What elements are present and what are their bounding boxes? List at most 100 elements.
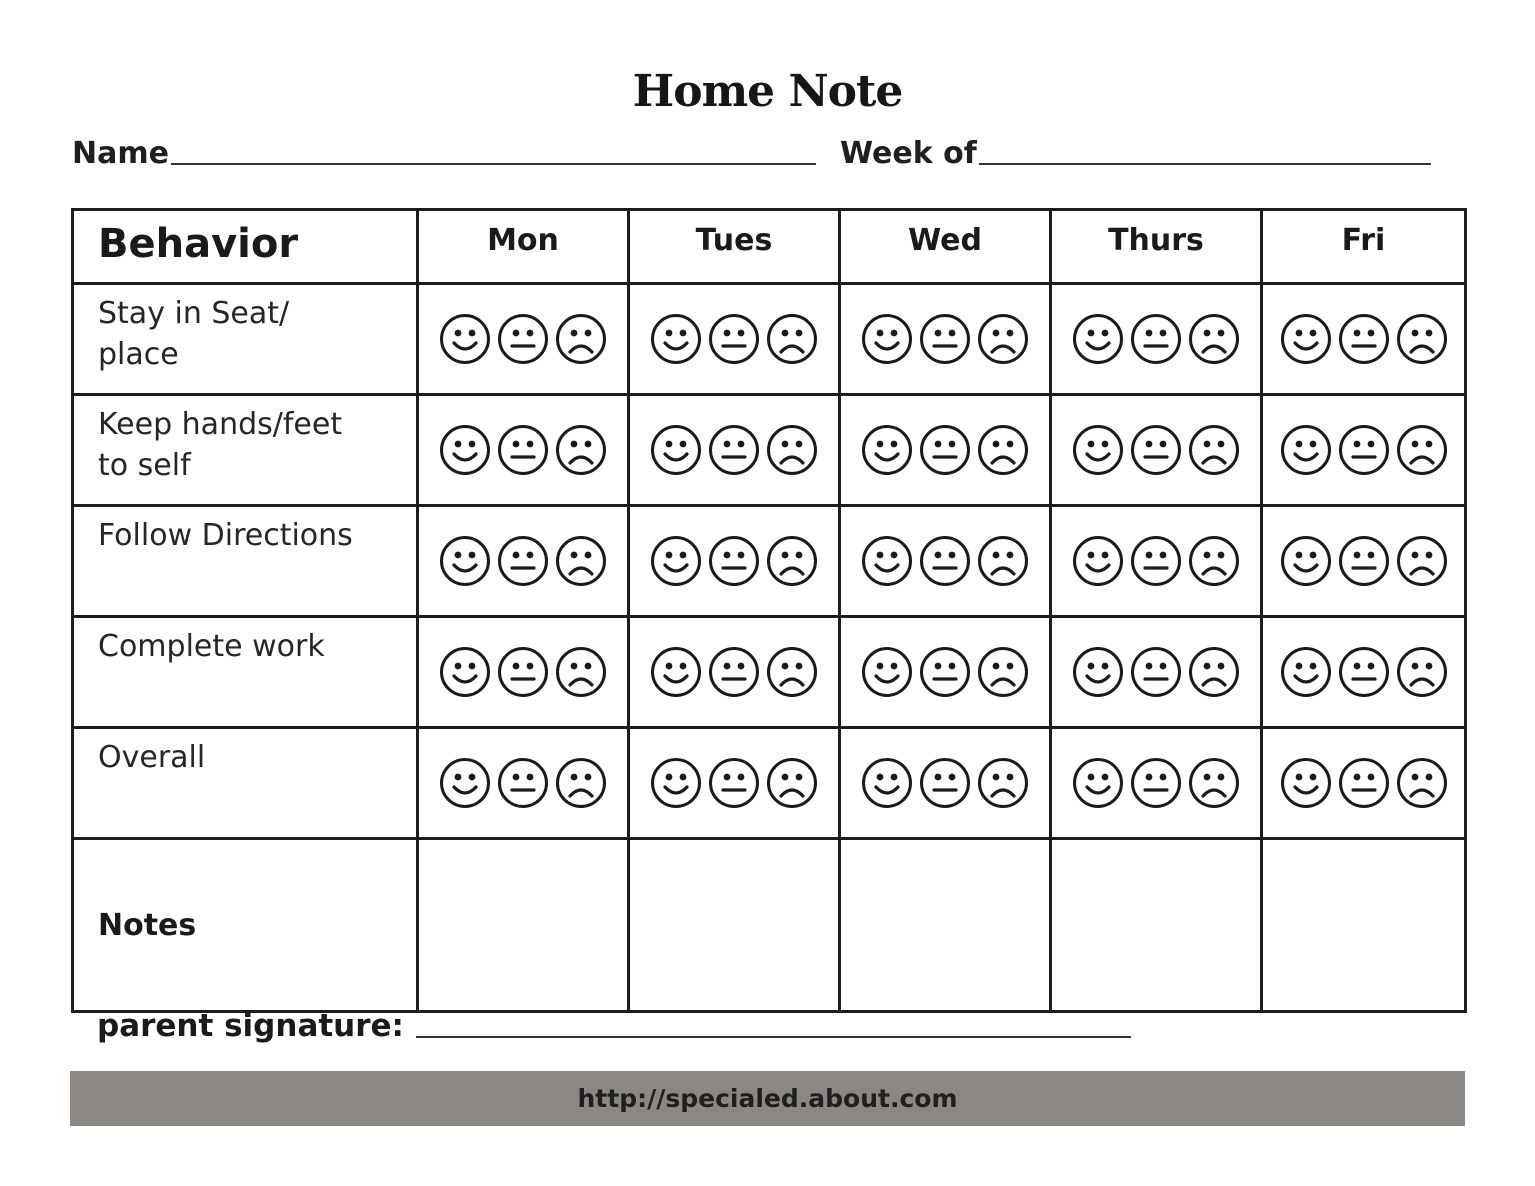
sad-face-icon[interactable] (977, 757, 1029, 809)
neutral-face-icon[interactable] (497, 757, 549, 809)
sad-face-icon[interactable] (977, 535, 1029, 587)
neutral-face-icon[interactable] (1130, 757, 1182, 809)
sad-face-icon[interactable] (977, 424, 1029, 476)
happy-face-icon[interactable] (650, 535, 702, 587)
neutral-face-icon[interactable] (919, 313, 971, 365)
neutral-face-icon[interactable] (708, 535, 760, 587)
neutral-face-icon[interactable] (708, 424, 760, 476)
happy-face-icon[interactable] (439, 313, 491, 365)
sad-face-icon[interactable] (766, 313, 818, 365)
happy-face-icon[interactable] (1280, 424, 1332, 476)
sad-face-icon[interactable] (766, 535, 818, 587)
name-field[interactable]: Name (72, 136, 816, 171)
sad-face-icon[interactable] (555, 313, 607, 365)
neutral-face-icon[interactable] (1338, 313, 1390, 365)
sad-face-icon[interactable] (555, 424, 607, 476)
behavior-label: Complete work (71, 615, 419, 729)
neutral-face-icon[interactable] (708, 757, 760, 809)
happy-face-icon[interactable] (1280, 535, 1332, 587)
happy-face-icon[interactable] (1280, 646, 1332, 698)
sad-face-icon[interactable] (1396, 313, 1448, 365)
sad-face-icon[interactable] (1188, 646, 1240, 698)
behavior-label-line: Complete work (98, 629, 325, 664)
neutral-face-icon[interactable] (1338, 535, 1390, 587)
neutral-face-icon[interactable] (1338, 424, 1390, 476)
sad-face-icon[interactable] (1396, 757, 1448, 809)
sad-face-icon[interactable] (1188, 535, 1240, 587)
neutral-face-icon[interactable] (1130, 535, 1182, 587)
rating-cell-fri (1260, 282, 1467, 396)
happy-face-icon[interactable] (861, 424, 913, 476)
neutral-face-icon[interactable] (1338, 757, 1390, 809)
parent-signature-field[interactable]: parent signature: (97, 1008, 1131, 1044)
behavior-label: Overall (71, 726, 419, 840)
sad-face-icon[interactable] (1188, 424, 1240, 476)
happy-face-icon[interactable] (439, 424, 491, 476)
sad-face-icon[interactable] (766, 646, 818, 698)
happy-face-icon[interactable] (861, 313, 913, 365)
behavior-label: Keep hands/feet to self (71, 393, 419, 507)
sad-face-icon[interactable] (555, 535, 607, 587)
notes-cell-tues[interactable] (627, 837, 841, 1013)
behavior-label: Follow Directions (71, 504, 419, 618)
behavior-chart-table: Behavior Mon Tues Wed Thurs Fri Stay in … (71, 208, 1467, 1013)
happy-face-icon[interactable] (1072, 424, 1124, 476)
neutral-face-icon[interactable] (497, 424, 549, 476)
happy-face-icon[interactable] (650, 646, 702, 698)
happy-face-icon[interactable] (861, 535, 913, 587)
happy-face-icon[interactable] (439, 757, 491, 809)
sad-face-icon[interactable] (977, 646, 1029, 698)
happy-face-icon[interactable] (1280, 313, 1332, 365)
neutral-face-icon[interactable] (497, 646, 549, 698)
rating-cell-wed (838, 504, 1052, 618)
name-blank-line[interactable] (170, 163, 816, 165)
sad-face-icon[interactable] (555, 646, 607, 698)
neutral-face-icon[interactable] (1130, 313, 1182, 365)
happy-face-icon[interactable] (1072, 646, 1124, 698)
rating-cell-thurs (1049, 615, 1263, 729)
neutral-face-icon[interactable] (708, 313, 760, 365)
happy-face-icon[interactable] (861, 757, 913, 809)
sad-face-icon[interactable] (1188, 313, 1240, 365)
happy-face-icon[interactable] (861, 646, 913, 698)
happy-face-icon[interactable] (650, 424, 702, 476)
happy-face-icon[interactable] (1072, 757, 1124, 809)
neutral-face-icon[interactable] (919, 424, 971, 476)
neutral-face-icon[interactable] (1130, 424, 1182, 476)
happy-face-icon[interactable] (1072, 535, 1124, 587)
name-label: Name (72, 136, 169, 171)
sad-face-icon[interactable] (1188, 757, 1240, 809)
happy-face-icon[interactable] (650, 313, 702, 365)
happy-face-icon[interactable] (1072, 313, 1124, 365)
neutral-face-icon[interactable] (497, 535, 549, 587)
sad-face-icon[interactable] (1396, 535, 1448, 587)
neutral-face-icon[interactable] (1130, 646, 1182, 698)
rating-cell-fri (1260, 615, 1467, 729)
happy-face-icon[interactable] (1280, 757, 1332, 809)
neutral-face-icon[interactable] (919, 646, 971, 698)
signature-blank-line[interactable] (415, 1036, 1131, 1038)
rating-cell-mon (416, 504, 630, 618)
day-header-mon: Mon (416, 208, 630, 285)
sad-face-icon[interactable] (977, 313, 1029, 365)
happy-face-icon[interactable] (439, 535, 491, 587)
neutral-face-icon[interactable] (708, 646, 760, 698)
sad-face-icon[interactable] (766, 424, 818, 476)
notes-cell-thurs[interactable] (1049, 837, 1263, 1013)
happy-face-icon[interactable] (439, 646, 491, 698)
sad-face-icon[interactable] (1396, 646, 1448, 698)
neutral-face-icon[interactable] (1338, 646, 1390, 698)
neutral-face-icon[interactable] (919, 757, 971, 809)
week-of-blank-line[interactable] (978, 163, 1431, 165)
neutral-face-icon[interactable] (919, 535, 971, 587)
sad-face-icon[interactable] (1396, 424, 1448, 476)
behavior-row: Overall (71, 726, 1467, 840)
happy-face-icon[interactable] (650, 757, 702, 809)
notes-cell-mon[interactable] (416, 837, 630, 1013)
notes-cell-wed[interactable] (838, 837, 1052, 1013)
neutral-face-icon[interactable] (497, 313, 549, 365)
sad-face-icon[interactable] (766, 757, 818, 809)
notes-cell-fri[interactable] (1260, 837, 1467, 1013)
sad-face-icon[interactable] (555, 757, 607, 809)
week-of-field[interactable]: Week of (840, 136, 1431, 171)
